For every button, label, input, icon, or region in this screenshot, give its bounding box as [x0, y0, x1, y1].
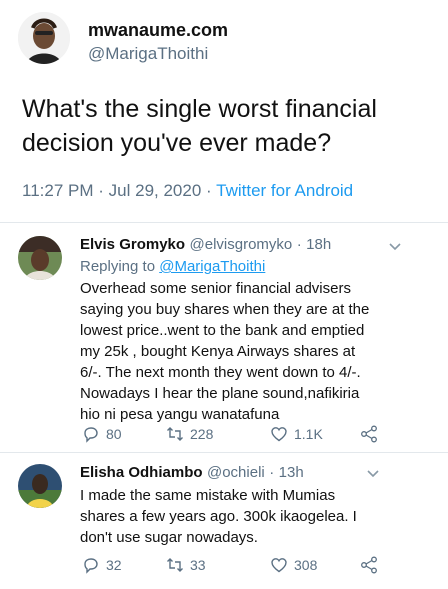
reply-action[interactable]: 80: [82, 425, 122, 443]
reply-author-name[interactable]: Elvis Gromyko: [80, 236, 185, 253]
reply-separator: ·: [269, 464, 275, 481]
like-action[interactable]: 1.1K: [270, 425, 323, 443]
retweet-icon: [167, 427, 183, 441]
like-count: 1.1K: [294, 426, 323, 442]
author-avatar[interactable]: [18, 12, 70, 64]
chevron-down-icon[interactable]: [366, 467, 380, 481]
like-action[interactable]: 308: [270, 556, 317, 574]
tweet-source[interactable]: Twitter for Android: [216, 181, 353, 200]
reply-avatar[interactable]: [18, 236, 62, 280]
reply-age[interactable]: 18h: [306, 236, 331, 253]
reply-avatar[interactable]: [18, 464, 62, 508]
reply-header: Elvis Gromyko @elvisgromyko · 18h: [80, 236, 331, 254]
retweet-icon: [167, 558, 183, 572]
chevron-down-icon[interactable]: [388, 240, 402, 254]
reply-author-handle[interactable]: @elvisgromyko: [190, 236, 293, 253]
reply-author-name[interactable]: Elisha Odhiambo: [80, 464, 203, 481]
share-icon[interactable]: [360, 425, 378, 443]
meta-separator: ·: [98, 181, 104, 200]
like-count: 308: [294, 557, 318, 573]
tweet-text: What's the single worst financial decisi…: [22, 95, 377, 157]
reply-text: Overhead some senior financial advisers …: [80, 280, 370, 423]
reply-action[interactable]: 32: [82, 556, 122, 574]
retweet-action[interactable]: 33: [166, 556, 206, 574]
replying-to-link[interactable]: @MarigaThoithi: [159, 258, 265, 275]
reply-text: I made the same mistake with Mumias shar…: [80, 487, 357, 546]
meta-separator: ·: [206, 181, 212, 200]
retweet-count: 228: [190, 426, 214, 442]
retweet-action[interactable]: 228: [166, 425, 213, 443]
tweet-date[interactable]: Jul 29, 2020: [109, 181, 202, 200]
reply-count: 80: [106, 426, 122, 442]
like-icon: [271, 558, 287, 573]
reply-author-handle[interactable]: @ochieli: [207, 464, 265, 481]
replying-to-prefix: Replying to: [80, 258, 156, 275]
reply-icon: [84, 558, 98, 574]
tweet-meta: 11:27 PM · Jul 29, 2020 · Twitter for An…: [22, 181, 353, 201]
divider: [0, 452, 448, 453]
share-icon[interactable]: [360, 556, 378, 574]
retweet-count: 33: [190, 557, 206, 573]
reply-count: 32: [106, 557, 122, 573]
reply-header: Elisha Odhiambo @ochieli · 13h: [80, 464, 304, 482]
like-icon: [271, 427, 287, 442]
reply-icon: [84, 427, 98, 443]
author-display-name[interactable]: mwanaume.com: [88, 20, 228, 41]
author-handle[interactable]: @MarigaThoithi: [88, 44, 208, 64]
tweet-time[interactable]: 11:27 PM: [22, 181, 94, 200]
replying-to: Replying to @MarigaThoithi: [80, 258, 265, 275]
divider: [0, 222, 448, 223]
reply-age[interactable]: 13h: [279, 464, 304, 481]
reply-separator: ·: [296, 236, 302, 253]
